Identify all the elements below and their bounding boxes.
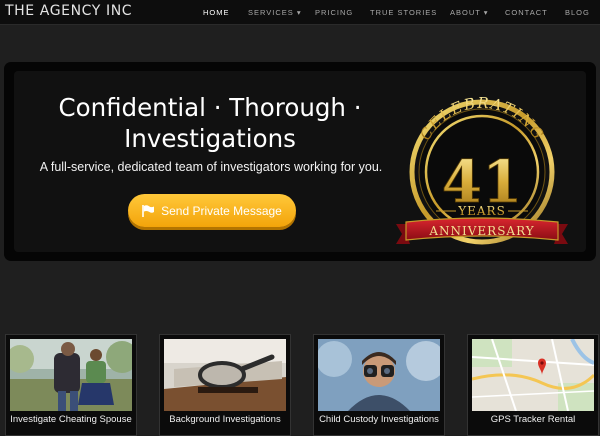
brand-logo[interactable]: THE AGENCY INC [5,3,132,19]
nav-home[interactable]: HOME [203,8,230,17]
nav-contact[interactable]: CONTACT [505,8,548,17]
cta-label: Send Private Message [161,203,282,218]
nav-pricing[interactable]: PRICING [315,8,353,17]
top-navbar: THE AGENCY INC HOME SERVICES ▾ PRICING T… [0,0,600,25]
nav-true-stories[interactable]: TRUE STORIES [370,8,437,17]
service-label-gps-tracker: GPS Tracker Rental [490,414,576,425]
nav-about[interactable]: ABOUT ▾ [450,8,489,17]
hero-title-line2: Investigations [124,124,296,153]
child-binoculars-photo [318,339,440,411]
hero-title-line1: Confidential · Thorough · [58,93,362,122]
service-label-child-custody: Child Custody Investigations [319,414,439,425]
service-card-cheating-spouse[interactable]: Investigate Cheating Spouse [5,334,137,436]
hero-title: Confidential · Thorough · Investigations [0,92,420,154]
anniversary-badge: CELEBRATING 41 YEARS ANNIVERSARY [392,84,570,254]
nav-services[interactable]: SERVICES ▾ [248,8,302,17]
service-label-cheating-spouse: Investigate Cheating Spouse [10,414,132,425]
magnifying-glass-photo [164,339,286,411]
flag-icon [142,204,155,217]
service-card-gps-tracker[interactable]: GPS Tracker Rental [467,334,599,436]
nav-blog[interactable]: BLOG [565,8,590,17]
service-label-background: Background Investigations [169,414,281,425]
hero-subtitle: A full-service, dedicated team of invest… [39,160,383,174]
send-private-message-button[interactable]: Send Private Message [128,194,296,227]
years-text: YEARS [457,204,506,218]
service-card-background[interactable]: Background Investigations [159,334,291,436]
anniversary-ribbon-text: ANNIVERSARY [428,224,534,238]
service-card-child-custody[interactable]: Child Custody Investigations [313,334,445,436]
couple-photo [10,339,132,411]
map-photo [472,339,594,411]
